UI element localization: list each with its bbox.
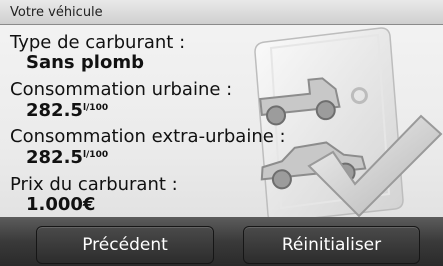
fuel-type-label: Type de carburant : <box>10 32 186 53</box>
urban-consumption-value: 282.5l/100 <box>26 100 108 121</box>
extra-urban-consumption-value: 282.5l/100 <box>26 147 108 168</box>
title-bar: Votre véhicule <box>0 0 443 25</box>
extra-urban-consumption-number: 282.5 <box>26 147 83 168</box>
urban-consumption-unit: l/100 <box>82 103 109 113</box>
extra-urban-consumption-unit: l/100 <box>82 150 109 160</box>
fuel-type-value: Sans plomb <box>26 52 144 73</box>
urban-consumption-label: Consommation urbaine : <box>10 79 233 100</box>
fuel-price-value: 1.000€ <box>26 194 96 215</box>
previous-button[interactable]: Précédent <box>36 226 214 264</box>
fuel-price-label: Prix du carburant : <box>10 174 178 195</box>
vehicle-settings-screen: Votre véhicule Type de carburant: Sans … <box>0 0 443 266</box>
extra-urban-consumption-label: Consommation extra-urbaine : <box>10 126 286 147</box>
page-title: Votre véhicule <box>10 5 103 20</box>
button-bar: Précédent Réinitialiser <box>0 217 443 266</box>
reset-button[interactable]: Réinitialiser <box>243 226 420 264</box>
vehicle-checklist-icon <box>254 27 443 223</box>
urban-consumption-number: 282.5 <box>26 100 83 121</box>
